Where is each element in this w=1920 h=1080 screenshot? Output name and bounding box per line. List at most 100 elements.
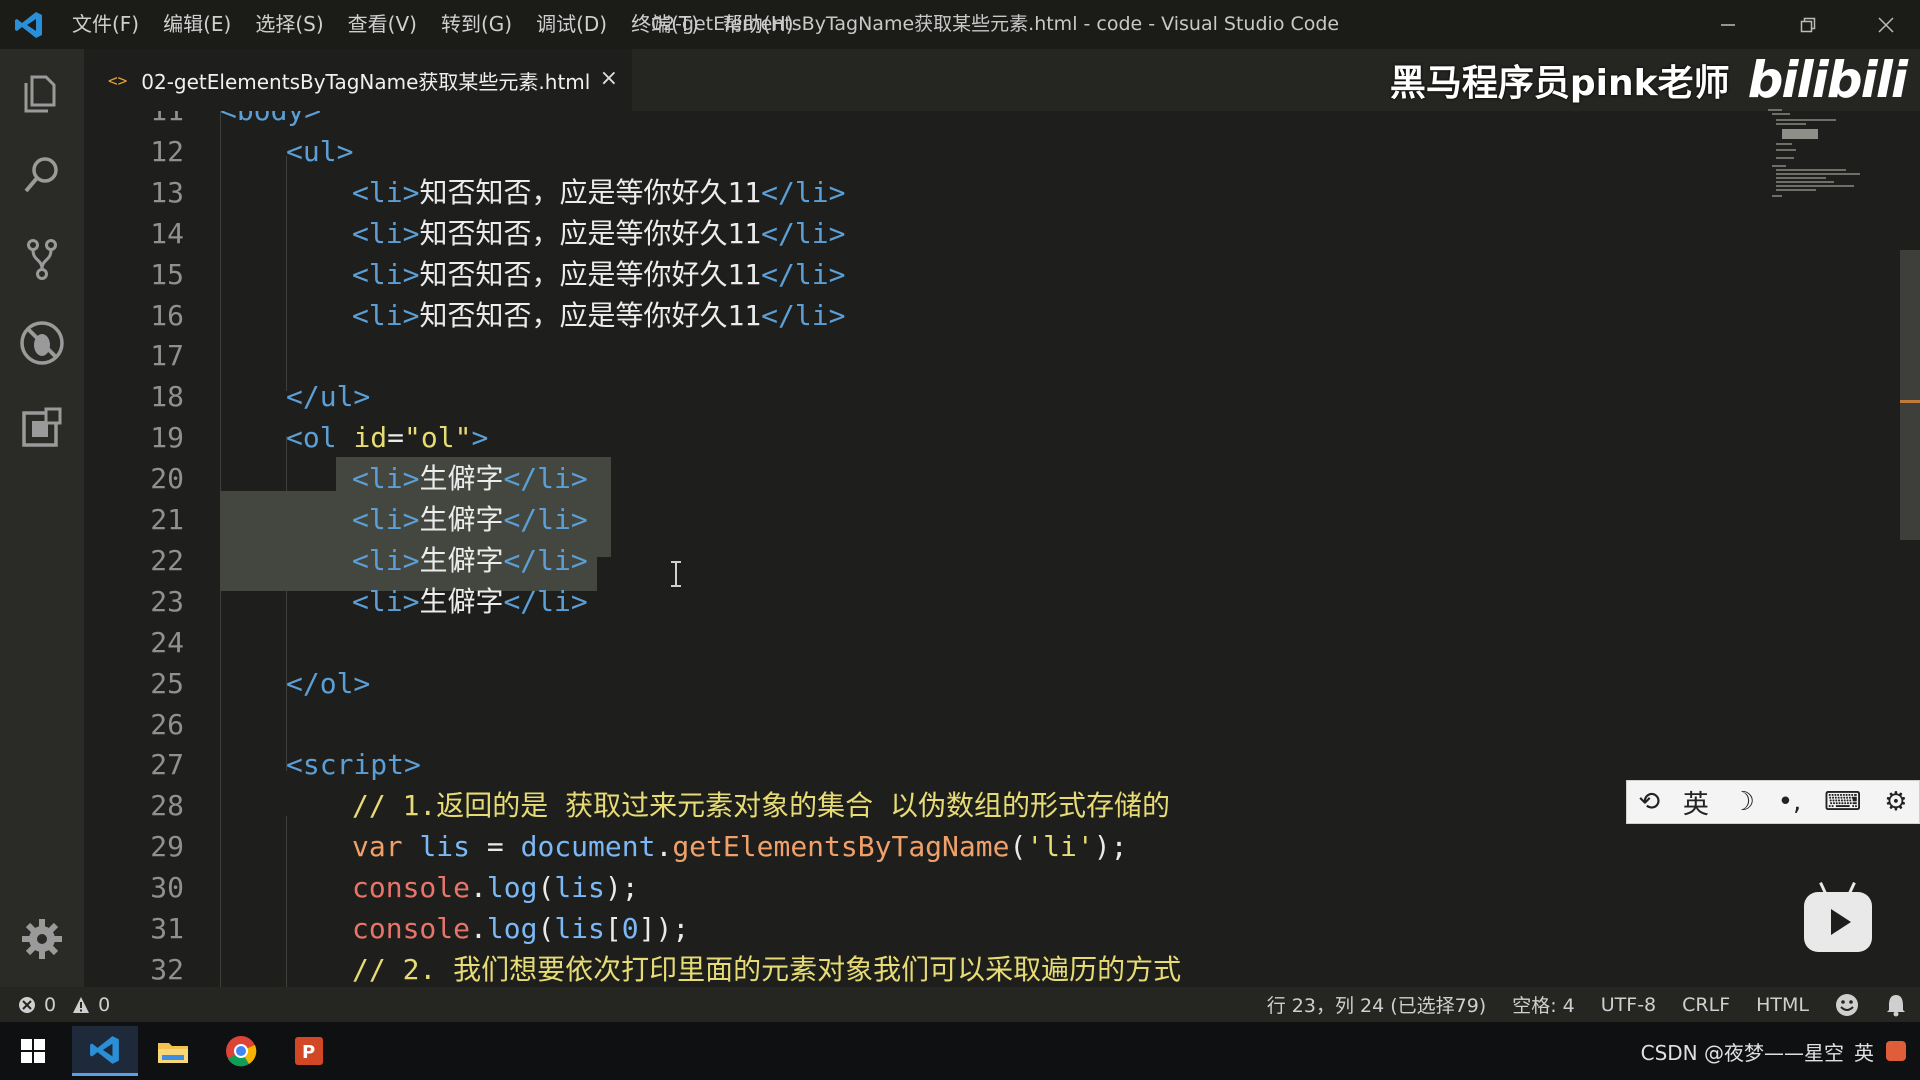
code-token: 知否知否，应是等你好久11 <box>419 257 762 291</box>
extensions-icon[interactable] <box>18 403 66 451</box>
vertical-scrollbar[interactable] <box>1900 250 1920 540</box>
ime-keyboard-icon[interactable]: ⌨ <box>1824 787 1862 817</box>
code-token: document <box>520 830 656 864</box>
code-token: log <box>486 912 538 945</box>
taskbar-vscode-icon[interactable] <box>72 1026 138 1076</box>
code-token: 生僻字 <box>419 584 504 618</box>
code-line: 21 <li>生僻字</li> <box>84 500 1884 540</box>
line-number: 18 <box>150 380 184 414</box>
code-token: ); <box>1093 830 1128 864</box>
source-control-icon[interactable] <box>18 235 66 283</box>
ime-halfwidth-icon[interactable]: ☽ <box>1732 787 1755 817</box>
activity-bar <box>0 49 84 987</box>
tab-close-icon[interactable]: × <box>600 66 618 91</box>
code-line: 11 <body> <box>84 111 1884 131</box>
cursor-position[interactable]: 行 23，列 24 (已选择79) <box>1254 991 1499 1018</box>
line-content: <li>生僻字</li> <box>352 541 588 581</box>
line-number: 16 <box>150 298 184 332</box>
code-token: 生僻字 <box>419 543 504 577</box>
ime-toolbar: ⟲ 英 ☽ •, ⌨ ⚙ <box>1626 780 1920 824</box>
smiley-icon[interactable] <box>1822 993 1872 1017</box>
taskbar-chrome-icon[interactable] <box>208 1026 274 1076</box>
line-content: <li>生僻字</li> <box>352 459 588 499</box>
code-line: 23 <li>生僻字</li> <box>84 582 1884 622</box>
code-editor[interactable]: 11<body>12<ul>13<li>知否知否，应是等你好久11</li>14… <box>84 111 1920 987</box>
code-token: . <box>655 830 673 864</box>
code-line: 32 // 2. 我们想要依次打印里面的元素对象我们可以采取遍历的方式 <box>84 950 1884 987</box>
tray-ime-indicator[interactable]: 英 <box>1854 1037 1874 1066</box>
code-token: 知否知否，应是等你好久11 <box>419 175 762 209</box>
watermark: 黑马程序员pink老师 bilibili <box>1389 51 1908 109</box>
settings-gear-icon[interactable] <box>18 915 66 963</box>
code-token: <li> <box>352 298 420 332</box>
line-number: 30 <box>150 871 184 905</box>
code-token: lis <box>554 871 605 905</box>
line-number: 17 <box>150 339 184 373</box>
line-content: console.log(lis); <box>352 868 639 908</box>
code-token: <ul> <box>286 134 354 168</box>
tab-active-file[interactable]: <> 02-getElementsByTagName获取某些元素.html × <box>84 49 632 111</box>
ime-language-toggle[interactable]: 英 <box>1683 784 1709 821</box>
code-token: </li> <box>503 503 588 536</box>
minimize-icon[interactable] <box>1698 0 1758 49</box>
ime-settings-icon[interactable]: ⚙ <box>1884 787 1907 817</box>
taskbar-file-explorer-icon[interactable] <box>140 1026 206 1076</box>
indentation-setting[interactable]: 空格: 4 <box>1499 991 1588 1018</box>
code-token: 知否知否，应是等你好久11 <box>419 216 762 250</box>
code-token: </li> <box>761 257 846 291</box>
line-number: 29 <box>150 830 184 864</box>
encoding-setting[interactable]: UTF-8 <box>1588 994 1669 1016</box>
text-cursor-icon <box>671 561 681 587</box>
code-token: </li> <box>503 584 588 618</box>
code-token: <li> <box>352 175 420 209</box>
close-icon[interactable] <box>1856 0 1916 49</box>
code-token: // 2. 我们想要依次打印里面的元素对象我们可以采取遍历的方式 <box>352 952 1182 986</box>
line-number: 15 <box>150 257 184 291</box>
svg-text:P: P <box>302 1042 315 1063</box>
code-token: </li> <box>503 543 588 577</box>
ime-logo-icon[interactable]: ⟲ <box>1638 787 1660 817</box>
explorer-icon[interactable] <box>18 69 66 117</box>
error-count: 0 <box>44 993 57 1016</box>
code-token: <li> <box>352 216 420 250</box>
system-tray: CSDN @夜梦——星空 英 <box>1641 1022 1908 1080</box>
search-icon[interactable] <box>18 151 66 199</box>
code-token: lis <box>419 830 471 864</box>
line-content: <li>生僻字</li> <box>352 582 588 622</box>
problems-indicator[interactable]: 0 0 <box>18 987 110 1022</box>
taskbar-powerpoint-icon[interactable]: P <box>276 1026 342 1076</box>
watermark-text: 黑马程序员pink老师 <box>1389 63 1730 104</box>
language-mode[interactable]: HTML <box>1743 994 1822 1016</box>
video-play-icon[interactable] <box>1804 882 1872 952</box>
window-title: 02-getElementsByTagName获取某些元素.html - cod… <box>650 13 1340 35</box>
code-token: <li> <box>352 584 420 618</box>
code-token: </li> <box>761 298 846 332</box>
warning-count: 0 <box>98 993 111 1016</box>
eol-setting[interactable]: CRLF <box>1669 994 1743 1016</box>
line-number: 19 <box>150 421 184 455</box>
windows-start-icon[interactable] <box>0 1026 66 1076</box>
line-number: 25 <box>150 666 184 700</box>
minimap[interactable] <box>1768 107 1888 247</box>
tray-app-icon[interactable] <box>1884 1039 1908 1063</box>
debug-icon[interactable] <box>18 319 66 367</box>
line-number: 12 <box>150 134 184 168</box>
bell-icon[interactable] <box>1872 993 1920 1017</box>
ime-punctuation-icon[interactable]: •, <box>1778 787 1802 817</box>
code-line: 28 // 1.返回的是 获取过来元素对象的集合 以伪数组的形式存储的 <box>84 786 1884 826</box>
code-token: console <box>352 871 471 905</box>
code-token: <script> <box>286 748 421 782</box>
code-line: 20 <li>生僻字</li> <box>84 459 1884 499</box>
title-bar: 文件(F) 编辑(E) 选择(S) 查看(V) 转到(G) 调试(D) 终端(T… <box>0 0 1920 49</box>
line-content: <li>知否知否，应是等你好久11</li> <box>352 255 845 295</box>
line-content: console.log(lis[0]); <box>352 909 689 949</box>
line-number: 32 <box>150 952 184 986</box>
restore-icon[interactable] <box>1778 0 1838 49</box>
code-line: 17 <box>84 336 1884 376</box>
code-token: 知否知否，应是等你好久11 <box>419 298 762 332</box>
code-line: 12 <ul> <box>84 132 1884 172</box>
code-token: <li> <box>352 503 420 536</box>
code-token: <ol <box>286 421 354 455</box>
code-token: ); <box>604 871 639 905</box>
code-token: // 1.返回的是 获取过来元素对象的集合 以伪数组的形式存储的 <box>352 789 1171 823</box>
